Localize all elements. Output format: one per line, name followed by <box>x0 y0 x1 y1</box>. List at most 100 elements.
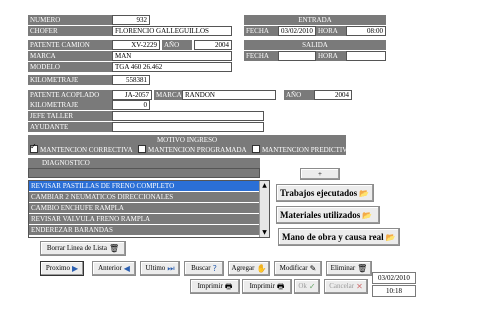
x-icon: ✕ <box>356 282 363 291</box>
motivo-predictiva-option[interactable]: MANTENCION PREDICTIVA <box>251 145 352 154</box>
predictiva-label: MANTENCION PREDICTIVA <box>261 146 352 154</box>
marca-field[interactable]: MAN <box>112 51 232 61</box>
ultimo-button[interactable]: Ultimo ⏭ <box>140 261 180 276</box>
imprimir-label-1: Imprimir <box>197 282 223 291</box>
chofer-label: CHOFER <box>28 26 112 36</box>
trabajos-ejecutados-button[interactable]: Trabajos ejecutados 📂 <box>276 184 374 202</box>
trash-icon: 🗑 <box>357 264 368 273</box>
marca-label: MARCA <box>28 51 112 61</box>
entrada-hora-field[interactable]: 08:00 <box>346 26 386 36</box>
eliminar-button[interactable]: Eliminar 🗑 <box>326 261 372 276</box>
last-arrow-icon: ⏭ <box>167 264 175 273</box>
list-item[interactable]: REVISAR VALVULA FRENO RAMPLA <box>29 214 259 225</box>
list-item[interactable]: REVISAR PASTILLAS DE FRENO COMPLETO <box>29 181 259 192</box>
patente-camion-field[interactable]: XV-2229 <box>112 40 160 50</box>
cancelar-button[interactable]: Cancelar ✕ <box>324 279 368 294</box>
checkbox-programada[interactable] <box>138 145 146 154</box>
check-icon: ✓ <box>308 282 316 291</box>
checkbox-correctiva[interactable] <box>30 142 38 154</box>
borrar-linea-label: Borrar Linea de Lista <box>46 244 107 253</box>
add-diagnostico-button[interactable]: + <box>300 168 340 180</box>
motivo-title: MOTIVO INGRESO <box>28 135 346 145</box>
status-time: 10:18 <box>372 285 416 297</box>
marca-acoplado-label: MARCA <box>154 90 182 100</box>
patente-camion-label: PATENTE CAMION <box>28 40 112 50</box>
printer-icon: 🖶 <box>224 282 233 291</box>
folder-icon: 📂 <box>385 232 396 242</box>
scroll-up-icon[interactable]: ▲ <box>260 181 269 190</box>
ano-acoplado-label: AÑO <box>284 90 314 100</box>
motivo-programada-option[interactable]: MANTENCION PROGRAMADA <box>138 145 247 154</box>
diagnostico-items: REVISAR PASTILLAS DE FRENO COMPLETO CAMB… <box>29 181 259 237</box>
proximo-label: Proximo <box>45 264 70 273</box>
patente-acoplado-field[interactable]: JA-2057 <box>112 90 152 100</box>
buscar-label: Buscar <box>191 264 211 273</box>
motivo-correctiva-option[interactable]: MANTENCION CORRECTIVA <box>30 142 133 154</box>
entrada-title: ENTRADA <box>244 15 386 25</box>
jefe-taller-label: JEFE TALLER <box>28 111 112 121</box>
marca-acoplado-field[interactable]: RANDON <box>182 90 276 100</box>
status-date: 03/02/2010 <box>372 272 416 284</box>
list-scrollbar[interactable]: ▲ ▼ <box>259 181 269 237</box>
modelo-field[interactable]: TGA 460 26.462 <box>112 62 232 72</box>
eliminar-label: Eliminar <box>330 264 356 273</box>
trabajos-label: Trabajos ejecutados <box>280 188 358 198</box>
ayudante-field[interactable] <box>112 122 264 132</box>
checkbox-predictiva[interactable] <box>251 145 260 154</box>
proximo-button[interactable]: Proximo ▶ <box>40 261 84 276</box>
kilometraje-label: KILOMETRAJE <box>28 75 112 85</box>
salida-hora-label: HORA <box>316 51 346 61</box>
buscar-button[interactable]: Buscar? <box>184 261 224 276</box>
anterior-button[interactable]: Anterior ◀ <box>92 261 136 276</box>
borrar-linea-button[interactable]: Borrar Linea de Lista 🗑 <box>40 241 126 256</box>
programada-label: MANTENCION PROGRAMADA <box>148 146 247 154</box>
kilometraje-acoplado-field[interactable]: 0 <box>112 100 150 110</box>
mano-obra-button[interactable]: Mano de obra y causa real 📂 <box>278 228 400 246</box>
folder-icon: 📂 <box>359 188 370 198</box>
hand-icon: ✋ <box>256 264 267 273</box>
salida-hora-field[interactable] <box>346 51 386 61</box>
modificar-button[interactable]: Modificar ✎ <box>274 261 322 276</box>
printer-icon: 🖶 <box>276 282 285 291</box>
ayudante-label: AYUDANTE <box>28 122 112 132</box>
chofer-field[interactable]: FLORENCIO GALLEGUILLOS <box>112 26 232 36</box>
ano-label: AÑO <box>162 40 192 50</box>
materiales-label: Materiales utilizados <box>280 210 361 220</box>
motivo-options: MANTENCION CORRECTIVA MANTENCION PROGRAM… <box>28 142 351 155</box>
modificar-label: Modificar <box>279 264 308 273</box>
jefe-taller-field[interactable] <box>112 111 264 121</box>
correctiva-label: MANTENCION CORRECTIVA <box>40 146 133 154</box>
patente-acoplado-label: PATENTE ACOPLADO <box>28 90 112 100</box>
imprimir-button-1[interactable]: Imprimir 🖶 <box>190 279 240 294</box>
materiales-utilizados-button[interactable]: Materiales utilizados 📂 <box>276 206 380 224</box>
previous-arrow-icon: ◀ <box>123 264 130 273</box>
edit-icon: ✎ <box>309 264 317 273</box>
diagnostico-list: REVISAR PASTILLAS DE FRENO COMPLETO CAMB… <box>28 180 270 238</box>
diagnostico-input[interactable] <box>28 168 260 178</box>
imprimir-label-2: Imprimir <box>249 282 275 291</box>
agregar-label: Agregar <box>231 264 255 273</box>
agregar-button[interactable]: Agregar ✋ <box>228 261 270 276</box>
entrada-hora-label: HORA <box>316 26 346 36</box>
scroll-down-icon[interactable]: ▼ <box>260 228 269 237</box>
imprimir-button-2[interactable]: Imprimir 🖶 <box>242 279 292 294</box>
ok-button[interactable]: Ok ✓ <box>294 279 320 294</box>
delete-disk-icon: 🗑 <box>108 244 120 253</box>
ok-label: Ok <box>298 282 307 291</box>
next-arrow-icon: ▶ <box>71 264 79 273</box>
list-item[interactable]: CAMBIAR 2 NEUMATICOS DIRECCIONALES <box>29 192 259 203</box>
entrada-fecha-field[interactable]: 03/02/2010 <box>278 26 316 36</box>
ano-field[interactable]: 2004 <box>194 40 232 50</box>
kilometraje-field[interactable]: 558381 <box>112 75 150 85</box>
ultimo-label: Ultimo <box>145 264 166 273</box>
kilometraje-acoplado-label: KILOMETRAJE <box>28 100 112 110</box>
list-item[interactable]: CAMBIO ENCHUFE RAMPLA <box>29 203 259 214</box>
anterior-label: Anterior <box>98 264 122 273</box>
ano-acoplado-field[interactable]: 2004 <box>314 90 352 100</box>
numero-field[interactable]: 932 <box>112 15 150 25</box>
cancelar-label: Cancelar <box>329 282 355 291</box>
salida-fecha-field[interactable] <box>278 51 316 61</box>
list-item[interactable]: ENDEREZAR BARANDAS <box>29 225 259 236</box>
entrada-fecha-label: FECHA <box>244 26 278 36</box>
salida-title: SALIDA <box>244 40 386 50</box>
